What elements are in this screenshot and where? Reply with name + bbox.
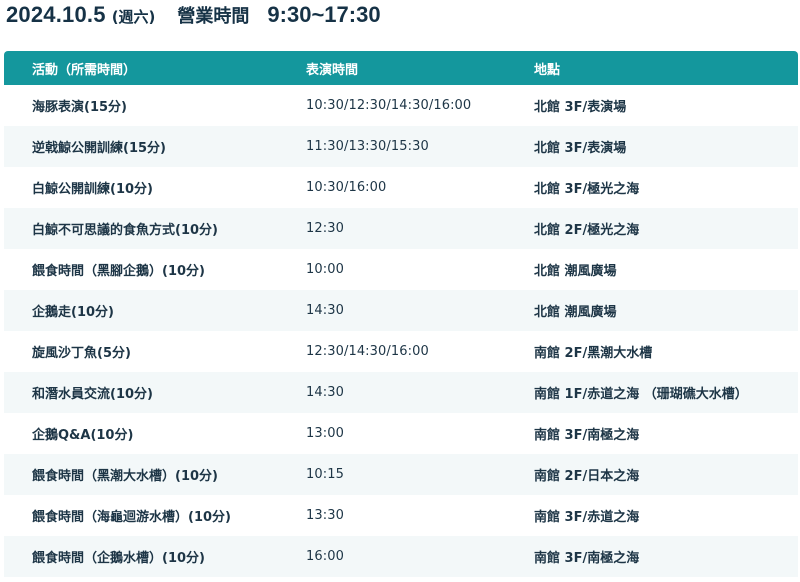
- location-cell: 南館 2F/日本之海: [534, 469, 640, 484]
- time-cell: 10:15: [306, 467, 344, 482]
- opening-hours-label: 營業時間: [177, 6, 250, 27]
- location-cell: 北館 潮風廣場: [534, 264, 617, 279]
- table-row: 旋風沙丁魚(5分) 12:30/14:30/16:00 南館 2F/黑潮大水槽: [4, 331, 798, 372]
- column-header-location: 地點: [534, 62, 561, 78]
- table-row: 餵食時間（黑腳企鵝）(10分) 10:00 北館 潮風廣場: [4, 249, 798, 290]
- time-cell: 10:00: [306, 262, 344, 277]
- table-row: 和潛水員交流(10分) 14:30 南館 1F/赤道之海 （珊瑚礁大水槽）: [4, 372, 798, 413]
- activity-cell: 白鯨不可思議的食魚方式(10分): [32, 223, 218, 238]
- activity-cell: 餵食時間（海龜迴游水槽）(10分): [32, 510, 231, 525]
- table-row: 餵食時間（企鵝水槽）(10分) 16:00 南館 3F/南極之海: [4, 536, 798, 577]
- time-cell: 10:30/16:00: [306, 180, 387, 195]
- activity-cell: 餵食時間（黑潮大水槽）(10分): [32, 469, 218, 484]
- schedule-weekday: (週六): [111, 8, 156, 26]
- activity-cell: 企鵝Q&A(10分): [32, 428, 134, 443]
- table-row: 企鵝走(10分) 14:30 北館 潮風廣場: [4, 290, 798, 331]
- location-cell: 南館 3F/南極之海: [534, 428, 640, 443]
- location-cell: 北館 潮風廣場: [534, 305, 617, 320]
- time-cell: 14:30: [306, 303, 344, 318]
- time-cell: 14:30: [306, 385, 344, 400]
- location-cell: 南館 3F/南極之海: [534, 551, 640, 566]
- table-row: 餵食時間（海龜迴游水槽）(10分) 13:30 南館 3F/赤道之海: [4, 495, 798, 536]
- location-cell: 北館 2F/極光之海: [534, 223, 640, 238]
- activity-cell: 旋風沙丁魚(5分): [32, 346, 131, 361]
- time-cell: 13:30: [306, 508, 344, 523]
- table-header-row: 活動（所需時間） 表演時間 地點: [4, 51, 798, 85]
- activity-cell: 餵食時間（企鵝水槽）(10分): [32, 551, 205, 566]
- activity-cell: 和潛水員交流(10分): [32, 387, 153, 402]
- opening-hours-value: 9:30~17:30: [267, 2, 381, 27]
- time-cell: 12:30: [306, 221, 344, 236]
- time-cell: 10:30/12:30/14:30/16:00: [306, 98, 472, 113]
- location-cell: 北館 3F/表演場: [534, 100, 627, 115]
- location-cell: 南館 2F/黑潮大水槽: [534, 346, 653, 361]
- activity-cell: 餵食時間（黑腳企鵝）(10分): [32, 264, 205, 279]
- activity-cell: 海豚表演(15分): [32, 100, 127, 115]
- schedule-date: 2024.10.5: [6, 2, 106, 27]
- table-row: 餵食時間（黑潮大水槽）(10分) 10:15 南館 2F/日本之海: [4, 454, 798, 495]
- table-row: 白鯨公開訓練(10分) 10:30/16:00 北館 3F/極光之海: [4, 167, 798, 208]
- location-cell: 北館 3F/極光之海: [534, 182, 640, 197]
- location-cell: 南館 3F/赤道之海: [534, 510, 640, 525]
- table-body: 海豚表演(15分) 10:30/12:30/14:30/16:00 北館 3F/…: [4, 85, 798, 577]
- table-row: 白鯨不可思議的食魚方式(10分) 12:30 北館 2F/極光之海: [4, 208, 798, 249]
- time-cell: 11:30/13:30/15:30: [306, 139, 429, 154]
- time-cell: 16:00: [306, 549, 344, 564]
- column-header-time: 表演時間: [306, 62, 359, 78]
- table-row: 逆戟鯨公開訓練(15分) 11:30/13:30/15:30 北館 3F/表演場: [4, 126, 798, 167]
- show-schedule-table: 活動（所需時間） 表演時間 地點 海豚表演(15分) 10:30/12:30/1…: [4, 51, 798, 577]
- activity-cell: 白鯨公開訓練(10分): [32, 182, 153, 197]
- time-cell: 12:30/14:30/16:00: [306, 344, 429, 359]
- column-header-activity: 活動（所需時間）: [32, 62, 137, 78]
- time-cell: 13:00: [306, 426, 344, 441]
- location-cell: 南館 1F/赤道之海 （珊瑚礁大水槽）: [534, 387, 748, 402]
- table-row: 海豚表演(15分) 10:30/12:30/14:30/16:00 北館 3F/…: [4, 85, 798, 126]
- page-heading: 2024.10.5 (週六) 營業時間 9:30~17:30: [6, 2, 381, 30]
- location-cell: 北館 3F/表演場: [534, 141, 627, 156]
- table-row: 企鵝Q&A(10分) 13:00 南館 3F/南極之海: [4, 413, 798, 454]
- activity-cell: 企鵝走(10分): [32, 305, 114, 320]
- activity-cell: 逆戟鯨公開訓練(15分): [32, 141, 166, 156]
